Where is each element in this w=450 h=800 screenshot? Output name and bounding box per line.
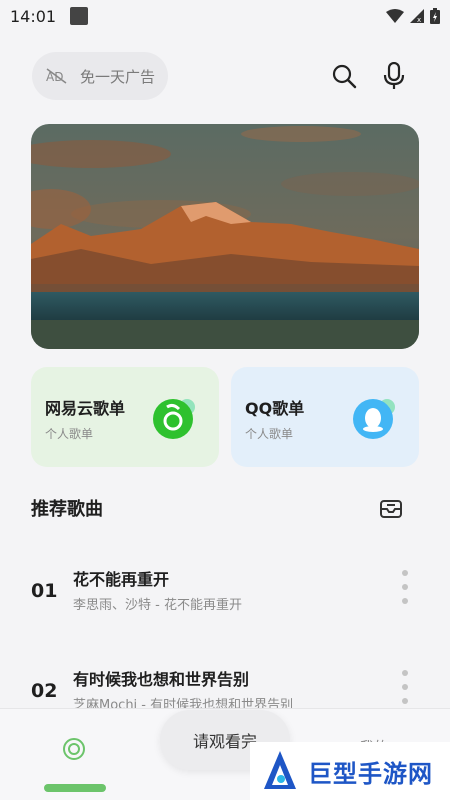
qq-playlist-card[interactable]: QQ歌单 个人歌单	[231, 367, 419, 467]
recommend-section-title: 推荐歌曲	[31, 499, 103, 520]
banner-image[interactable]	[31, 124, 419, 349]
home-tab-icon[interactable]	[62, 737, 86, 761]
battery-icon	[430, 8, 440, 24]
mic-icon[interactable]	[380, 62, 408, 90]
netease-playlist-card[interactable]: 网易云歌单 个人歌单	[31, 367, 219, 467]
more-icon[interactable]	[396, 570, 414, 604]
qq-card-title: QQ歌单	[245, 399, 305, 418]
wifi-icon	[386, 9, 404, 23]
song-subtitle: 李思雨、沙特 - 花不能再重开	[73, 598, 242, 613]
song-number: 02	[31, 680, 58, 702]
song-title: 有时候我也想和世界告别	[73, 670, 250, 689]
song-number: 01	[31, 580, 58, 602]
active-tab-indicator	[44, 784, 106, 792]
qq-logo-icon	[353, 397, 395, 439]
song-title: 花不能再重开	[73, 570, 170, 589]
song-row[interactable]: 01 花不能再重开 李思雨、沙特 - 花不能再重开	[0, 566, 450, 626]
netease-card-subtitle: 个人歌单	[45, 427, 94, 441]
watermark-logo-icon	[264, 751, 296, 789]
remove-ads-button[interactable]: AD 免一天广告	[32, 52, 168, 100]
qq-card-subtitle: 个人歌单	[245, 427, 294, 441]
signal-icon: x	[410, 9, 424, 23]
status-time: 14:01	[10, 6, 57, 26]
netease-card-title: 网易云歌单	[45, 399, 126, 418]
status-icons: x	[386, 8, 440, 24]
inbox-icon[interactable]	[378, 496, 404, 522]
search-icon[interactable]	[330, 62, 358, 90]
ad-off-icon: AD	[46, 68, 68, 84]
svg-text:x: x	[417, 16, 421, 23]
more-icon[interactable]	[396, 670, 414, 704]
status-bar: 14:01 x	[0, 0, 450, 32]
watermark-text: 巨型手游网	[308, 759, 433, 788]
netease-logo-icon	[153, 397, 195, 439]
remove-ads-label: 免一天广告	[80, 67, 156, 86]
watermark: 巨型手游网	[250, 742, 450, 800]
svg-text:AD: AD	[46, 70, 63, 84]
notification-icon	[70, 7, 89, 25]
